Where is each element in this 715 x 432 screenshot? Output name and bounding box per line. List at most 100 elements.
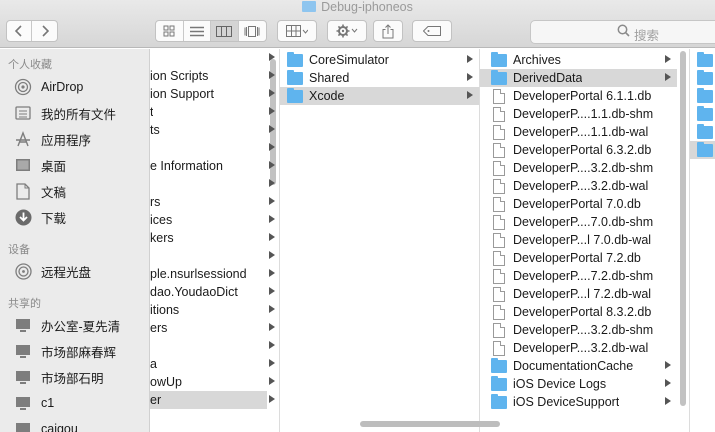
list-item[interactable]: kers bbox=[150, 229, 275, 247]
sidebar-item-shared-5[interactable]: caigou bbox=[14, 419, 78, 432]
forward-button[interactable] bbox=[32, 21, 57, 41]
column-1: ion Scripts ion Support t ts e Information rs… bbox=[150, 49, 280, 432]
list-item[interactable]: e Information bbox=[150, 157, 275, 175]
list-item[interactable]: DeveloperP....3.2.db-shm bbox=[480, 159, 677, 177]
list-item[interactable]: t bbox=[150, 103, 275, 121]
list-item[interactable] bbox=[690, 87, 715, 105]
list-item[interactable]: Xcode bbox=[280, 87, 479, 105]
list-item[interactable]: Archives bbox=[480, 51, 677, 69]
list-item[interactable] bbox=[150, 247, 275, 265]
gear-icon bbox=[336, 24, 358, 38]
list-item[interactable]: DeveloperPortal 8.3.2.db bbox=[480, 303, 677, 321]
folder-icon bbox=[302, 1, 317, 12]
list-item[interactable]: DeveloperPortal 6.3.2.db bbox=[480, 141, 677, 159]
list-item[interactable]: ion Scripts bbox=[150, 67, 275, 85]
sidebar-item-shared-4[interactable]: c1 bbox=[14, 393, 54, 413]
list-item[interactable]: DeveloperP....3.2.db-shm bbox=[480, 321, 677, 339]
list-item[interactable]: a bbox=[150, 355, 275, 373]
list-item[interactable]: ple.nsurlsessiond bbox=[150, 265, 275, 283]
list-item[interactable] bbox=[690, 105, 715, 123]
share-button[interactable] bbox=[373, 20, 403, 42]
list-item[interactable] bbox=[690, 69, 715, 87]
tags-button[interactable] bbox=[412, 20, 452, 42]
list-item[interactable] bbox=[690, 123, 715, 141]
list-item[interactable] bbox=[690, 51, 715, 69]
tag-icon bbox=[423, 26, 441, 36]
search-field[interactable]: 搜索 bbox=[530, 20, 715, 44]
list-item-label: ion Scripts bbox=[150, 69, 209, 83]
sidebar-item-label: 远程光盘 bbox=[41, 265, 92, 280]
sidebar-item-documents[interactable]: 文稿 bbox=[14, 181, 66, 201]
sidebar-item-downloads[interactable]: 下载 bbox=[14, 207, 66, 227]
column-3-scrollbar[interactable] bbox=[680, 51, 686, 406]
action-button[interactable] bbox=[327, 20, 367, 42]
icon-view-button[interactable] bbox=[156, 21, 184, 41]
list-item[interactable]: ts bbox=[150, 121, 275, 139]
folder-icon bbox=[697, 141, 713, 157]
list-item[interactable]: DeveloperP....1.1.db-wal bbox=[480, 123, 677, 141]
list-item[interactable]: DeveloperPortal 6.1.1.db bbox=[480, 87, 677, 105]
list-item[interactable] bbox=[150, 49, 275, 67]
sidebar-item-label: 桌面 bbox=[41, 159, 67, 174]
chevron-right-icon bbox=[269, 341, 275, 349]
sidebar-item-desktop[interactable]: 桌面 bbox=[14, 155, 66, 175]
sidebar-item-remote-disc[interactable]: 远程光盘 bbox=[14, 261, 91, 281]
list-item-label: DerivedData bbox=[513, 71, 583, 85]
folder-icon bbox=[287, 51, 303, 67]
sidebar-item-label: caigou bbox=[41, 422, 78, 432]
list-item[interactable]: Shared bbox=[280, 69, 479, 87]
column-4 bbox=[690, 49, 715, 432]
list-item[interactable]: DeveloperP....3.2.db-wal bbox=[480, 177, 677, 195]
sidebar-item-airdrop[interactable]: AirDrop bbox=[14, 77, 83, 97]
sidebar-item-shared-2[interactable]: 市场部麻春辉 bbox=[14, 341, 116, 361]
list-item[interactable]: itions bbox=[150, 301, 275, 319]
sidebar-item-applications[interactable]: 应用程序 bbox=[14, 129, 91, 149]
back-button[interactable] bbox=[7, 21, 33, 41]
list-item-label: DocumentationCache bbox=[513, 359, 634, 373]
sidebar-item-all-files[interactable]: 我的所有文件 bbox=[14, 103, 116, 123]
arrange-icon bbox=[286, 25, 308, 37]
list-item[interactable] bbox=[150, 337, 275, 355]
list-item[interactable]: DeveloperP....7.0.db-shm bbox=[480, 213, 677, 231]
chevron-right-icon bbox=[269, 197, 275, 205]
list-item-label: t bbox=[150, 105, 154, 119]
sidebar-item-shared-3[interactable]: 市场部石明 bbox=[14, 367, 104, 387]
list-item[interactable]: ices bbox=[150, 211, 275, 229]
list-item[interactable]: dao.YoudaoDict bbox=[150, 283, 275, 301]
list-item[interactable]: iOS DeviceSupport bbox=[480, 393, 677, 411]
list-item[interactable]: CoreSimulator bbox=[280, 51, 479, 69]
list-item[interactable]: DeveloperP...l 7.2.db-wal bbox=[480, 285, 677, 303]
list-view-button[interactable] bbox=[184, 21, 211, 41]
horizontal-scrollbar[interactable] bbox=[360, 421, 500, 427]
list-item[interactable]: iOS Device Logs bbox=[480, 375, 677, 393]
list-item[interactable]: DeveloperPortal 7.2.db bbox=[480, 249, 677, 267]
list-item-label: itions bbox=[150, 303, 180, 317]
list-item[interactable]: er bbox=[150, 391, 275, 409]
sidebar-item-shared-1[interactable]: 办公室-夏先清 bbox=[14, 315, 120, 335]
list-item[interactable]: owUp bbox=[150, 373, 275, 391]
list-item[interactable]: DeveloperPortal 7.0.db bbox=[480, 195, 677, 213]
list-item[interactable]: DocumentationCache bbox=[480, 357, 677, 375]
list-item[interactable]: rs bbox=[150, 193, 275, 211]
list-item[interactable]: DeveloperP....3.2.db-wal bbox=[480, 339, 677, 357]
list-item[interactable] bbox=[690, 141, 715, 159]
list-item[interactable]: ion Support bbox=[150, 85, 275, 103]
list-item-label: ers bbox=[150, 321, 168, 335]
list-item[interactable]: ers bbox=[150, 319, 275, 337]
column-view-button[interactable] bbox=[211, 21, 239, 41]
list-item[interactable] bbox=[150, 139, 275, 157]
list-item[interactable]: DerivedData bbox=[480, 69, 677, 87]
arrange-button[interactable] bbox=[277, 20, 317, 42]
cover-flow-button[interactable] bbox=[239, 21, 266, 41]
sidebar-item-label: AirDrop bbox=[41, 80, 84, 94]
list-item-label: DeveloperP....7.2.db-shm bbox=[513, 269, 654, 283]
file-icon bbox=[493, 124, 505, 140]
list-item-label: DeveloperPortal 8.3.2.db bbox=[513, 305, 652, 319]
list-item[interactable]: DeveloperP....7.2.db-shm bbox=[480, 267, 677, 285]
list-item-label: ion Support bbox=[150, 87, 214, 101]
list-item[interactable]: DeveloperP....1.1.db-shm bbox=[480, 105, 677, 123]
columns-icon bbox=[216, 25, 233, 37]
list-item[interactable] bbox=[150, 175, 275, 193]
list-item[interactable]: DeveloperP...l 7.0.db-wal bbox=[480, 231, 677, 249]
chevron-right-icon bbox=[269, 359, 275, 367]
